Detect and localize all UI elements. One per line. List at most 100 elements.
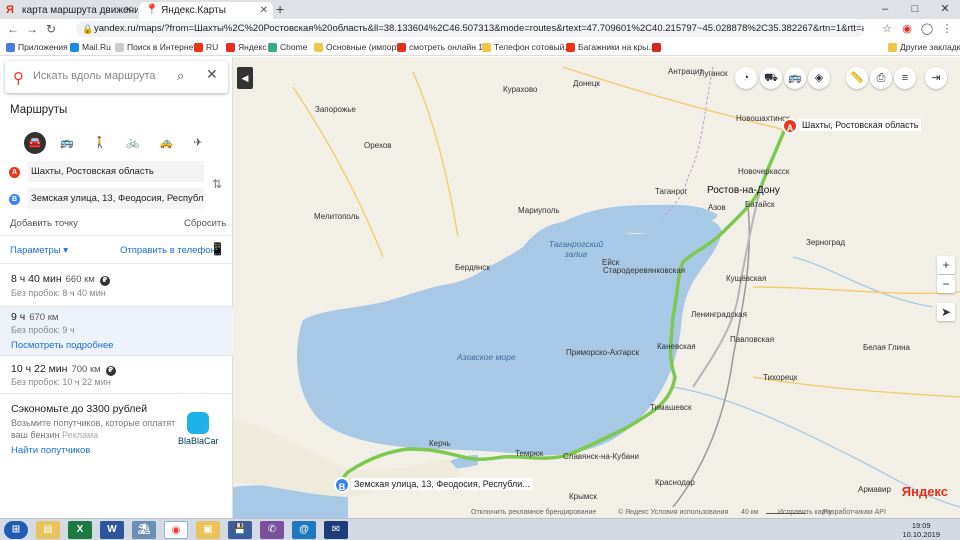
mailru-icon <box>70 43 79 52</box>
bookmark-phone[interactable]: Телефон сотовый... <box>482 41 572 54</box>
walk-mode-icon[interactable]: 🚶 <box>89 132 111 154</box>
menu-icon[interactable]: ≡ <box>894 67 916 89</box>
bookmark-mailru[interactable]: Mail.Ru <box>70 41 111 54</box>
transit-icon[interactable]: 🚌 <box>784 67 806 89</box>
point-b-field[interactable]: Земская улица, 13, Феодосия, Республи... <box>28 188 204 209</box>
bookmark-extra[interactable] <box>652 41 664 54</box>
tab-search-results[interactable]: Я карта маршрута движения на а ✕ <box>0 2 138 19</box>
add-point-button[interactable]: Добавить точку <box>10 218 78 229</box>
search-icon[interactable]: ⌕ <box>177 68 184 84</box>
chrome-taskbar-icon[interactable]: ◉ <box>164 521 188 539</box>
reload-icon[interactable]: ↻ <box>43 21 59 37</box>
star-icon[interactable]: ☆ <box>880 22 894 36</box>
minimize-button[interactable]: – <box>870 0 900 19</box>
swap-icon[interactable]: ⇅ <box>212 177 222 191</box>
route-option-2[interactable]: 9 ч 670 км Без пробок: 9 ч Посмотреть под… <box>0 307 233 355</box>
route-search[interactable]: ⚲ Искать вдоль маршрута ⌕ ✕ <box>5 61 228 93</box>
phone-icon[interactable]: 📱 <box>210 242 225 256</box>
city-label: Тимашевск <box>650 403 692 412</box>
route-option-1[interactable]: 8 ч 40 мин 660 км ₽ Без пробок: 8 ч 40 мин <box>0 264 233 306</box>
close-icon[interactable]: ✕ <box>206 66 218 83</box>
close-icon[interactable]: ✕ <box>125 2 133 19</box>
bookmark-folder[interactable]: Основные (импорт... <box>314 41 406 54</box>
car-mode-icon[interactable]: 🚘 <box>24 132 46 154</box>
collapse-panel-button[interactable]: ◀ <box>237 67 253 89</box>
city-label: Бердянск <box>455 263 490 272</box>
route-start-pin[interactable]: A <box>782 118 798 134</box>
tab-title: Яндекс.Карты <box>161 5 226 16</box>
route-details-link[interactable]: Посмотреть подробнее <box>11 340 114 351</box>
folder-icon[interactable]: ▣ <box>196 521 220 539</box>
excel-icon[interactable]: X <box>68 521 92 539</box>
tab-yandex-maps[interactable]: 📍 Яндекс.Карты ✕ <box>139 2 273 19</box>
sea-label: Азовское море <box>457 352 516 362</box>
layers-icon[interactable]: ◈ <box>808 67 830 89</box>
extension-icon[interactable]: ◉ <box>900 22 914 36</box>
params-dropdown[interactable]: Параметры ▾ <box>10 245 68 256</box>
locate-icon[interactable]: ➤ <box>937 303 955 321</box>
bike-mode-icon[interactable]: 🚲 <box>122 132 144 154</box>
route-time: 10 ч 22 мин <box>11 363 68 375</box>
point-a-field[interactable]: Шахты, Ростовская область <box>28 161 204 182</box>
new-tab-button[interactable]: + <box>276 1 284 17</box>
city-label: Темрюк <box>515 449 544 458</box>
scooter-icon[interactable]: ⛟ <box>760 67 782 89</box>
taxi-mode-icon[interactable]: 🚕 <box>155 132 177 154</box>
map-canvas[interactable]: ◀ ◔ ⛟ 🚌 ◈ 📏 ⎙ ≡ ⇥ + − ➤ Запорожье Донецк… <box>233 57 960 518</box>
menu-icon[interactable]: ⋮ <box>940 22 954 36</box>
word-icon[interactable]: W <box>100 521 124 539</box>
plane-mode-icon[interactable]: ✈ <box>187 132 209 154</box>
address-bar[interactable]: 🔒 yandex.ru/maps/?from=Шахты%2C%20Ростов… <box>76 21 864 37</box>
bookmark-apps[interactable]: Приложения <box>6 41 68 54</box>
toll-icon: ₽ <box>99 276 110 286</box>
route-option-3[interactable]: 10 ч 22 мин 700 км ₽ Без пробок: 10 ч 22 м… <box>0 356 233 393</box>
reset-button[interactable]: Сбросить <box>184 218 226 229</box>
bookmark-search[interactable]: Поиск в Интернете <box>115 41 202 54</box>
back-icon[interactable]: ← <box>5 21 21 37</box>
city-label: Донецк <box>573 79 600 88</box>
layers-traffic-icon[interactable]: ◔ <box>735 67 757 89</box>
app-icon[interactable]: ⛱ <box>132 521 156 539</box>
bookmark-ru[interactable]: RU <box>194 41 218 54</box>
explorer-icon[interactable]: ▤ <box>36 521 60 539</box>
city-label: Краснодар <box>655 478 695 487</box>
find-companions-link[interactable]: Найти попутчиков <box>11 445 90 456</box>
scale-label: 40 км <box>741 509 759 516</box>
save-icon[interactable]: 💾 <box>228 521 252 539</box>
forward-icon[interactable]: → <box>24 21 40 37</box>
city-label: Стародеревянковская <box>603 266 686 275</box>
bookmark-roof-racks[interactable]: Багажники на кры... <box>566 41 655 54</box>
blablacar-logo[interactable]: BlaBlaCar <box>178 412 219 446</box>
profile-icon[interactable]: ◯ <box>920 22 934 36</box>
search-input[interactable]: Искать вдоль маршрута <box>33 70 156 82</box>
send-to-phone-link[interactable]: Отправить в телефон <box>120 245 216 256</box>
city-label: Запорожье <box>315 105 356 114</box>
login-icon[interactable]: ⇥ <box>925 67 947 89</box>
bookmark-other[interactable]: Другие закладки <box>888 41 960 54</box>
clock[interactable]: 19:09 10.10.2019 <box>902 521 940 539</box>
bookmark-chome[interactable]: Chome <box>268 41 307 54</box>
maximize-button[interactable]: □ <box>900 0 930 19</box>
mail-client-icon[interactable]: ✉ <box>324 521 348 539</box>
print-icon[interactable]: ⎙ <box>870 67 892 89</box>
zoom-out-button[interactable]: − <box>937 275 955 293</box>
copyright-link[interactable]: © Яндекс Условия использования <box>618 509 728 516</box>
viber-icon[interactable]: ✆ <box>260 521 284 539</box>
divider <box>0 235 233 236</box>
close-icon[interactable]: ✕ <box>260 2 268 19</box>
close-window-button[interactable]: ✕ <box>930 0 960 19</box>
disable-branding-link[interactable]: Отключить рекламное брендирование <box>471 509 596 516</box>
api-link[interactable]: Разработчикам API <box>823 509 886 516</box>
mail-icon[interactable]: @ <box>292 521 316 539</box>
route-time: 8 ч 40 мин <box>11 273 62 285</box>
taskbar: ⊞ ▤ X W ⛱ ◉ ▣ 💾 ✆ @ ✉ 19:09 10.10.2019 <box>0 518 960 540</box>
route-end-pin[interactable]: B <box>334 477 350 493</box>
bus-mode-icon[interactable]: 🚌 <box>56 132 78 154</box>
yandex-logo: Яндекс <box>901 484 948 499</box>
zoom-in-button[interactable]: + <box>937 256 955 274</box>
address-row: ← → ↻ 🔒 yandex.ru/maps/?from=Шахты%2C%20… <box>0 19 960 39</box>
start-button[interactable]: ⊞ <box>4 521 28 539</box>
ruler-icon[interactable]: 📏 <box>846 67 868 89</box>
bookmark-yandex[interactable]: Яндекс <box>226 41 267 54</box>
bookmark-watch[interactable]: смотреть онлайн 1... <box>397 41 490 54</box>
